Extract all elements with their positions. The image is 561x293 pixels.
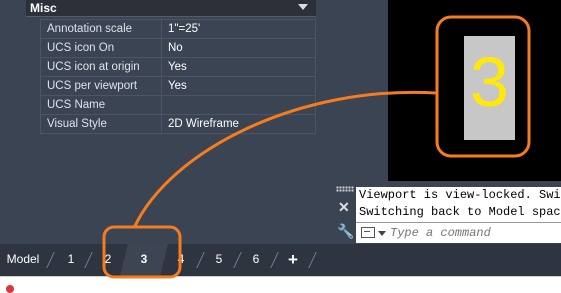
property-name: UCS per viewport [40, 76, 162, 96]
chevron-down-icon[interactable] [378, 231, 386, 236]
tab-divider [46, 252, 55, 268]
command-input[interactable] [390, 225, 555, 241]
tab-layout-3[interactable]: 3 [120, 244, 168, 276]
history-line: Switching back to Model space [359, 205, 561, 219]
palette-side-strip [0, 0, 26, 244]
properties-table: Annotation scale 1"=25' UCS icon On No U… [40, 19, 316, 134]
table-row[interactable]: UCS icon at origin Yes [40, 57, 316, 77]
viewport-number: 3 [470, 43, 509, 121]
command-prompt-icon[interactable] [361, 227, 375, 238]
property-value[interactable] [161, 95, 316, 115]
property-value[interactable]: Yes [161, 76, 316, 96]
misc-section-header[interactable]: Misc [26, 0, 316, 17]
viewport-number-badge: 3 [464, 36, 515, 140]
table-row[interactable]: Annotation scale 1"=25' [40, 19, 316, 39]
table-row[interactable]: UCS per viewport Yes [40, 76, 316, 96]
add-layout-button[interactable]: + [280, 244, 306, 276]
property-name: UCS Name [40, 95, 162, 115]
properties-palette: Misc Annotation scale 1"=25' UCS icon On… [0, 0, 332, 244]
tab-layout-6[interactable]: 6 [243, 244, 269, 276]
command-input-row [356, 222, 561, 243]
drag-grip-icon[interactable] [336, 186, 354, 192]
property-name: Annotation scale [40, 19, 162, 39]
tab-layout-1[interactable]: 1 [58, 244, 84, 276]
command-line-panel: ✕ 🔧 Viewport is view-locked. Swit Switch… [332, 181, 561, 244]
tab-layout-5[interactable]: 5 [206, 244, 232, 276]
tab-model[interactable]: Model [2, 244, 44, 276]
wrench-icon[interactable]: 🔧 [337, 223, 354, 240]
property-value[interactable]: 2D Wireframe [161, 114, 316, 134]
tab-divider [196, 252, 205, 268]
tab-layout-4[interactable]: 4 [168, 244, 194, 276]
tab-divider [233, 252, 242, 268]
property-value[interactable]: 1"=25' [161, 19, 316, 39]
property-name: Visual Style [40, 114, 162, 134]
property-value[interactable]: No [161, 38, 316, 58]
tab-divider [270, 252, 279, 268]
layout-tab-bar: Model 1 2 3 4 5 6 + [0, 244, 561, 276]
close-icon[interactable]: ✕ [338, 199, 350, 216]
property-value[interactable]: Yes [161, 57, 316, 77]
tab-divider [84, 252, 93, 268]
command-history: Viewport is view-locked. Swit Switching … [356, 187, 561, 223]
tab-divider [308, 252, 317, 268]
history-line: Viewport is view-locked. Swit [359, 188, 561, 202]
property-name: UCS icon at origin [40, 57, 162, 77]
property-name: UCS icon On [40, 38, 162, 58]
table-row[interactable]: UCS Name [40, 95, 316, 115]
collapse-caret-icon[interactable] [298, 4, 308, 10]
status-bar [0, 276, 561, 293]
misc-section-title: Misc [30, 1, 57, 15]
table-row[interactable]: Visual Style 2D Wireframe [40, 114, 316, 134]
tab-layout-2[interactable]: 2 [95, 244, 121, 276]
palette-scroll-edge [316, 0, 332, 244]
table-row[interactable]: UCS icon On No [40, 38, 316, 58]
